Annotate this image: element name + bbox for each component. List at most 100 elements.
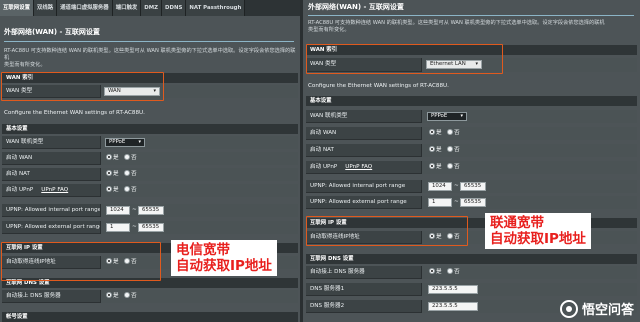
radio-unchecked-icon: [447, 146, 453, 152]
external-port-to-input[interactable]: 65535: [460, 198, 486, 207]
dns-server-1-input[interactable]: 223.5.5.5: [428, 285, 478, 294]
upnp-faq-link[interactable]: UPnP FAQ: [345, 164, 372, 170]
no-label: 否: [131, 187, 137, 193]
dns-server-2-input[interactable]: 223.5.5.5: [428, 302, 478, 311]
dns-server-1-row: DNS 服务器1 223.5.5.5: [306, 283, 637, 296]
auto-dns-no-radio[interactable]: 否: [124, 292, 137, 301]
enable-nat-no-radio[interactable]: 否: [124, 170, 137, 179]
internal-port-range-label: UPNP: Allowed internal port range: [6, 207, 102, 213]
dns-server-1-label: DNS 服务器1: [310, 286, 345, 292]
tab-port-trigger[interactable]: 端口触发: [112, 0, 142, 16]
external-port-range-label: UPNP: Allowed external port range: [6, 224, 103, 230]
tab-virtual-server[interactable]: 通道端口虚拟服务器: [57, 0, 113, 16]
internal-port-from-input[interactable]: 1024: [106, 206, 130, 215]
yes-label: 是: [436, 269, 442, 275]
radio-checked-icon: [429, 129, 435, 135]
tab-nat-passthrough[interactable]: NAT Passthrough: [186, 0, 246, 16]
auto-ip-no-radio[interactable]: 否: [447, 233, 460, 242]
enable-nat-no-radio[interactable]: 否: [447, 146, 460, 155]
enable-wan-no-radio[interactable]: 否: [124, 154, 137, 163]
enable-nat-yes-radio[interactable]: 是: [429, 146, 442, 155]
no-label: 否: [454, 164, 460, 170]
yes-label: 是: [436, 130, 442, 136]
chevron-down-icon: ▾: [138, 139, 141, 145]
tab-dual-wan[interactable]: 双线路: [33, 0, 58, 16]
enable-upnp-label: 启动 UPnP UPnP FAQ: [6, 184, 68, 197]
wan-type-row: WAN 类型 WAN ▾: [2, 85, 298, 98]
radio-unchecked-icon: [124, 186, 130, 192]
no-label: 否: [454, 234, 460, 240]
radio-unchecked-icon: [447, 129, 453, 135]
internal-port-to-input[interactable]: 65535: [138, 206, 164, 215]
wan-type-select[interactable]: WAN ▾: [104, 87, 160, 96]
auto-dns-yes-radio[interactable]: 是: [429, 268, 442, 277]
auto-dns-label: 自动接上 DNS 服务器: [6, 293, 61, 299]
external-port-to-input[interactable]: 65535: [138, 223, 164, 232]
tab-ddns[interactable]: DDNS: [162, 0, 187, 16]
yes-label: 是: [436, 234, 442, 240]
radio-unchecked-icon: [124, 258, 130, 264]
enable-upnp-no-radio[interactable]: 否: [124, 186, 137, 195]
chevron-down-icon: ▾: [153, 88, 156, 94]
radio-checked-icon: [429, 233, 435, 239]
internal-port-to-input[interactable]: 65535: [460, 182, 486, 191]
no-label: 否: [454, 147, 460, 153]
enable-wan-yes-radio[interactable]: 是: [429, 129, 442, 138]
auto-dns-label: 自动接上 DNS 服务器: [310, 269, 365, 275]
chevron-down-icon: ▾: [475, 61, 478, 67]
no-label: 否: [131, 293, 137, 299]
radio-checked-icon: [429, 163, 435, 169]
radio-checked-icon: [429, 268, 435, 274]
right-settings-panel: 外部网络(WAN) - 互联网设置 RT-AC88U 可支持数种连结 WAN 的…: [303, 0, 640, 322]
enable-upnp-no-radio[interactable]: 否: [447, 163, 460, 172]
external-port-from-input[interactable]: 1: [106, 223, 130, 232]
enable-wan-label: 启动 WAN: [310, 130, 337, 136]
no-label: 否: [131, 259, 137, 265]
annotation-line-2: 自动获取IP地址: [176, 258, 272, 274]
wan-type-label: WAN 类型: [310, 61, 337, 67]
enable-upnp-text: 启动 UPnP: [6, 187, 34, 193]
radio-unchecked-icon: [124, 170, 130, 176]
external-port-from-input[interactable]: 1: [428, 198, 452, 207]
radio-checked-icon: [106, 292, 112, 298]
range-separator: ~: [132, 207, 137, 213]
radio-unchecked-icon: [447, 268, 453, 274]
auto-dns-row: 自动接上 DNS 服务器 是 否: [306, 266, 637, 279]
wan-type-select[interactable]: Ethernet LAN ▾: [426, 60, 482, 69]
enable-upnp-text: 启动 UPnP: [310, 164, 338, 170]
connection-type-select[interactable]: PPPoE ▾: [105, 138, 145, 147]
no-label: 否: [454, 269, 460, 275]
left-settings-panel: 互联网设置 双线路 通道端口虚拟服务器 端口触发 DMZ DDNS NAT Pa…: [0, 0, 300, 322]
external-port-range-row: UPNP: Allowed external port range 1 ~ 65…: [306, 196, 637, 209]
no-label: 否: [454, 130, 460, 136]
tab-dmz[interactable]: DMZ: [141, 0, 163, 16]
connection-type-selected: PPPoE: [109, 139, 126, 145]
auto-ip-yes-radio[interactable]: 是: [429, 233, 442, 242]
page-description: RT-AC88U 可支持数种连结 WAN 的联机类型。这些类型可从 WAN 联机…: [308, 20, 636, 34]
description-line-1: RT-AC88U 可支持数种连结 WAN 的联机类型。这些类型可从 WAN 联机…: [308, 20, 605, 26]
connection-type-label: WAN 联机类型: [6, 139, 44, 145]
yes-label: 是: [436, 147, 442, 153]
auto-ip-yes-radio[interactable]: 是: [106, 258, 119, 267]
radio-checked-icon: [106, 154, 112, 160]
yes-label: 是: [113, 171, 119, 177]
internal-port-from-input[interactable]: 1024: [428, 182, 452, 191]
tab-internet-settings[interactable]: 互联网设置: [0, 0, 34, 16]
description-line-2: 类型而有所变化。: [308, 27, 350, 33]
auto-dns-yes-radio[interactable]: 是: [106, 292, 119, 301]
enable-upnp-yes-radio[interactable]: 是: [429, 163, 442, 172]
description-line-2: 类型而有所变化。: [4, 62, 46, 68]
radio-unchecked-icon: [447, 233, 453, 239]
connection-type-select[interactable]: PPPoE ▾: [427, 112, 467, 121]
enable-upnp-yes-radio[interactable]: 是: [106, 186, 119, 195]
enable-upnp-row: 启动 UPnP UPnP FAQ 是 否: [2, 184, 298, 197]
upnp-faq-link[interactable]: UPnP FAQ: [41, 187, 68, 193]
auto-ip-no-radio[interactable]: 否: [124, 258, 137, 267]
enable-nat-label: 启动 NAT: [6, 171, 30, 177]
enable-nat-yes-radio[interactable]: 是: [106, 170, 119, 179]
auto-dns-no-radio[interactable]: 否: [447, 268, 460, 277]
enable-wan-yes-radio[interactable]: 是: [106, 154, 119, 163]
yes-label: 是: [113, 293, 119, 299]
enable-wan-no-radio[interactable]: 否: [447, 129, 460, 138]
unicom-annotation: 联通宽带 自动获取IP地址: [485, 213, 591, 249]
